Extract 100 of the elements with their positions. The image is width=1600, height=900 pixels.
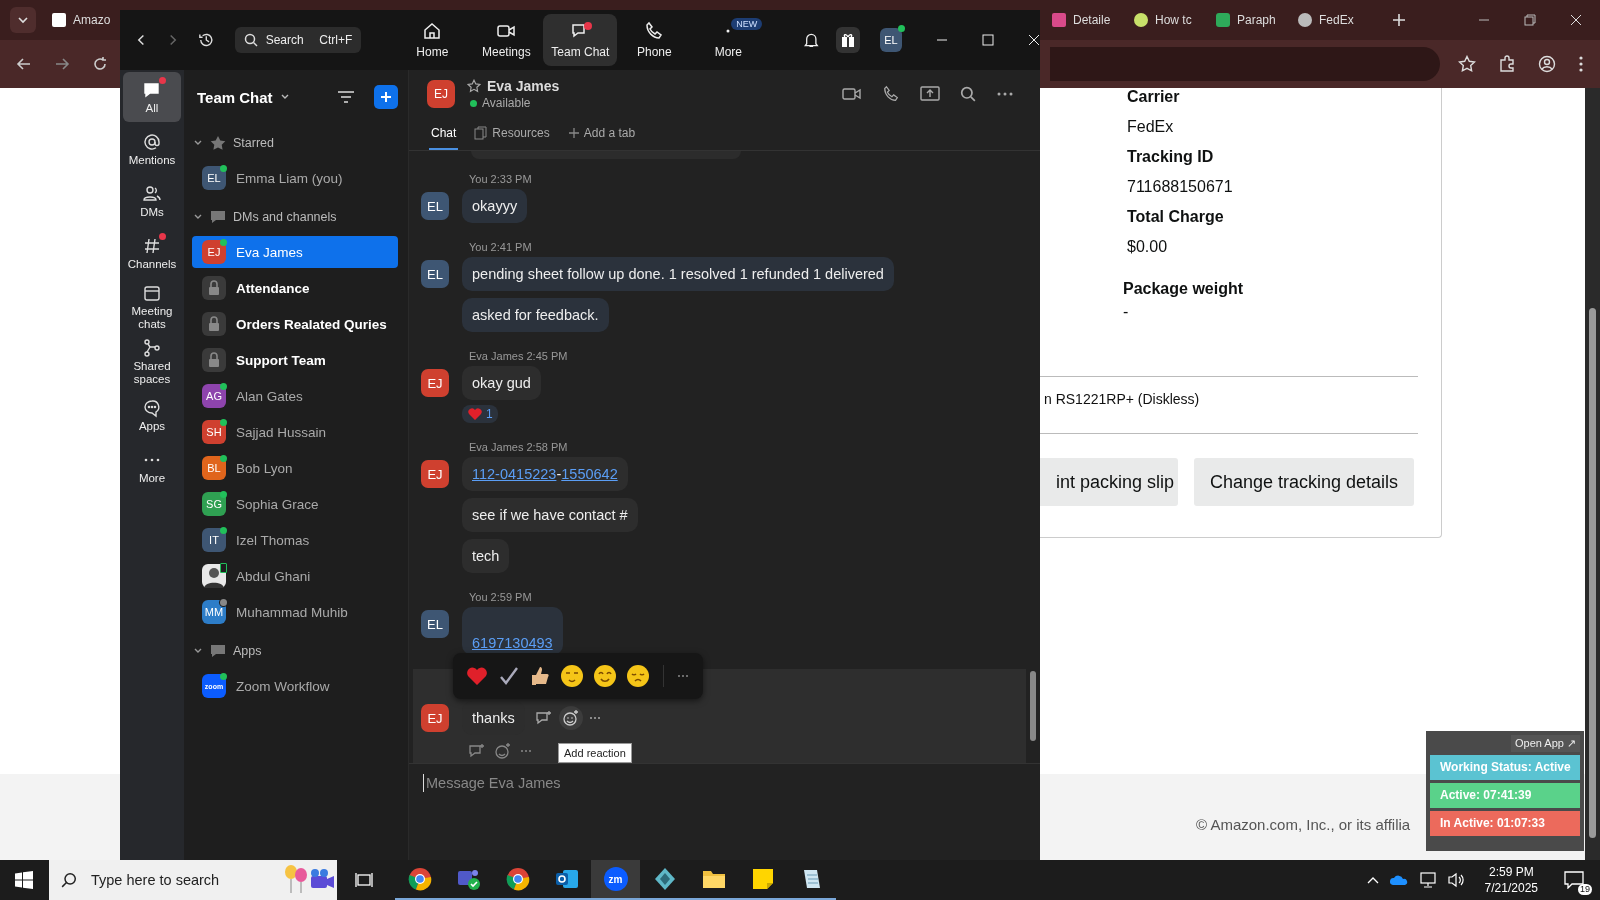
puzzle-icon[interactable] bbox=[1498, 55, 1516, 73]
chat-list-item[interactable]: Abdul Ghani bbox=[192, 560, 398, 592]
chat-list-item[interactable]: Attendance bbox=[192, 272, 398, 304]
more-icon[interactable] bbox=[677, 674, 689, 678]
search-icon[interactable] bbox=[960, 86, 976, 102]
chat-list-item[interactable]: Support Team bbox=[192, 344, 398, 376]
star-icon[interactable] bbox=[467, 79, 481, 93]
volume-icon[interactable] bbox=[1446, 872, 1465, 888]
video-icon[interactable] bbox=[842, 86, 862, 102]
avatar: BL bbox=[202, 456, 226, 480]
add-button[interactable] bbox=[374, 85, 398, 109]
scrollbar[interactable] bbox=[1585, 88, 1600, 860]
menu-icon[interactable] bbox=[1578, 55, 1584, 73]
rail-item[interactable]: Channels bbox=[123, 228, 181, 278]
browser-tab[interactable]: Amazo bbox=[44, 5, 114, 35]
browser-tab[interactable]: How tc bbox=[1122, 5, 1204, 35]
thumbs-up-icon[interactable] bbox=[529, 665, 551, 687]
avatar: EJ bbox=[202, 240, 226, 264]
nav-button[interactable]: Meetings bbox=[469, 14, 544, 66]
maximize-icon[interactable] bbox=[982, 34, 994, 46]
notification-button[interactable]: 19 bbox=[1558, 862, 1594, 898]
user-avatar[interactable]: EL bbox=[879, 28, 902, 52]
status-row: In Active: 01:07:33 bbox=[1430, 811, 1580, 836]
section-header[interactable]: DMs and channels bbox=[192, 198, 398, 236]
site-icon bbox=[1216, 13, 1230, 27]
heart-icon[interactable] bbox=[465, 665, 489, 687]
reply-icon[interactable] bbox=[468, 743, 486, 759]
nav-button[interactable]: Phone bbox=[617, 14, 692, 66]
search-field[interactable]: Search Ctrl+F bbox=[234, 27, 362, 53]
nav-button[interactable]: Home bbox=[395, 14, 470, 66]
bell-icon[interactable] bbox=[803, 31, 820, 49]
rail-item[interactable]: All bbox=[123, 72, 181, 122]
zoom-logo: zm bbox=[603, 867, 628, 891]
close-icon[interactable] bbox=[1570, 14, 1582, 26]
chat-list-item[interactable]: BL Bob Lyon bbox=[192, 452, 398, 484]
profile-icon[interactable] bbox=[1538, 55, 1556, 73]
chat-list-item[interactable]: EL Emma Liam (you) bbox=[192, 162, 398, 194]
reaction-chip[interactable]: 1 bbox=[462, 405, 498, 423]
scrollbar[interactable] bbox=[1030, 671, 1036, 741]
rail-item[interactable]: Apps bbox=[123, 390, 181, 441]
browser-tab[interactable]: Paraph bbox=[1204, 5, 1286, 35]
message-link[interactable]: 1550642 bbox=[561, 466, 618, 482]
section-header[interactable]: Apps bbox=[192, 632, 398, 670]
section-header[interactable]: Starred bbox=[192, 124, 398, 162]
clock-time[interactable]: 2:59 PM bbox=[1488, 864, 1534, 880]
restore-icon[interactable] bbox=[1524, 14, 1536, 26]
message-link[interactable]: 6197130493 bbox=[472, 635, 553, 651]
add-reaction-button[interactable] bbox=[558, 706, 583, 730]
chat-tab[interactable]: Chat bbox=[429, 118, 459, 150]
chat-list-item[interactable]: MM Muhammad Muhib bbox=[192, 596, 398, 628]
emoji-icon[interactable] bbox=[560, 664, 584, 688]
page-button[interactable]: Change tracking details bbox=[1194, 458, 1415, 506]
check-icon[interactable] bbox=[498, 665, 520, 687]
cloud-icon[interactable] bbox=[1388, 874, 1409, 886]
browser-tab[interactable]: Detaile bbox=[1040, 5, 1122, 35]
reload-icon[interactable] bbox=[92, 56, 108, 72]
chat-tab[interactable]: Add a tab bbox=[565, 118, 638, 150]
chevron-up-icon[interactable] bbox=[1366, 876, 1379, 884]
emoji-icon[interactable] bbox=[626, 664, 650, 688]
message-input[interactable]: Message Eva James bbox=[423, 774, 1031, 792]
more-icon[interactable] bbox=[996, 91, 1014, 97]
history-icon[interactable] bbox=[198, 31, 215, 49]
search-field[interactable]: Type here to search bbox=[49, 860, 337, 900]
rail-item[interactable]: Mentions bbox=[123, 124, 181, 174]
browser-tab[interactable]: FedEx bbox=[1286, 5, 1368, 35]
panel-title[interactable]: Team Chat bbox=[197, 88, 273, 106]
chat-list-item[interactable]: SG Sophia Grace bbox=[192, 488, 398, 520]
emoji-icon[interactable] bbox=[593, 664, 617, 688]
nav-button[interactable]: Team Chat bbox=[543, 14, 618, 66]
chat-list-item[interactable]: IT Izel Thomas bbox=[192, 524, 398, 556]
close-icon[interactable] bbox=[1028, 34, 1040, 46]
clock-date[interactable]: 7/21/2025 bbox=[1484, 880, 1538, 896]
tab-list-button[interactable] bbox=[10, 7, 36, 33]
phone-icon[interactable] bbox=[882, 85, 900, 103]
chat-list-item[interactable]: AG Alan Gates bbox=[192, 380, 398, 412]
task-view-icon[interactable] bbox=[355, 872, 373, 888]
nav-button[interactable]: NEW More bbox=[691, 14, 766, 66]
rail-item[interactable]: Shared spaces bbox=[123, 335, 181, 389]
message-link[interactable]: 112-0415223 bbox=[472, 466, 557, 482]
chat-list-item[interactable]: EJ Eva James bbox=[192, 236, 398, 268]
taskbar-app[interactable]: zm bbox=[591, 860, 640, 900]
rail-item[interactable]: More bbox=[123, 442, 181, 493]
chat-list-item[interactable]: Orders Realated Quries bbox=[192, 308, 398, 340]
share-screen-icon[interactable] bbox=[920, 86, 940, 102]
open-app-button[interactable]: Open App ↗ bbox=[1511, 735, 1580, 752]
filter-icon[interactable] bbox=[337, 90, 355, 104]
more-icon[interactable] bbox=[588, 716, 601, 720]
windows-icon[interactable] bbox=[15, 871, 33, 889]
dot-icon bbox=[726, 29, 731, 33]
rail-item[interactable]: Meeting chats bbox=[123, 280, 181, 334]
gift-button[interactable] bbox=[835, 27, 860, 53]
forward-icon[interactable] bbox=[54, 56, 70, 72]
network-icon[interactable] bbox=[1418, 872, 1437, 888]
reply-icon[interactable] bbox=[534, 710, 553, 726]
chat-list-item[interactable]: SH Sajjad Hussain bbox=[192, 416, 398, 448]
rail-item[interactable]: DMs bbox=[123, 176, 181, 226]
chat-tab[interactable]: Resources bbox=[472, 118, 552, 150]
contact-name[interactable]: Eva James bbox=[487, 78, 560, 94]
page-button[interactable]: int packing slip bbox=[1040, 458, 1178, 506]
back-icon[interactable] bbox=[16, 56, 32, 72]
